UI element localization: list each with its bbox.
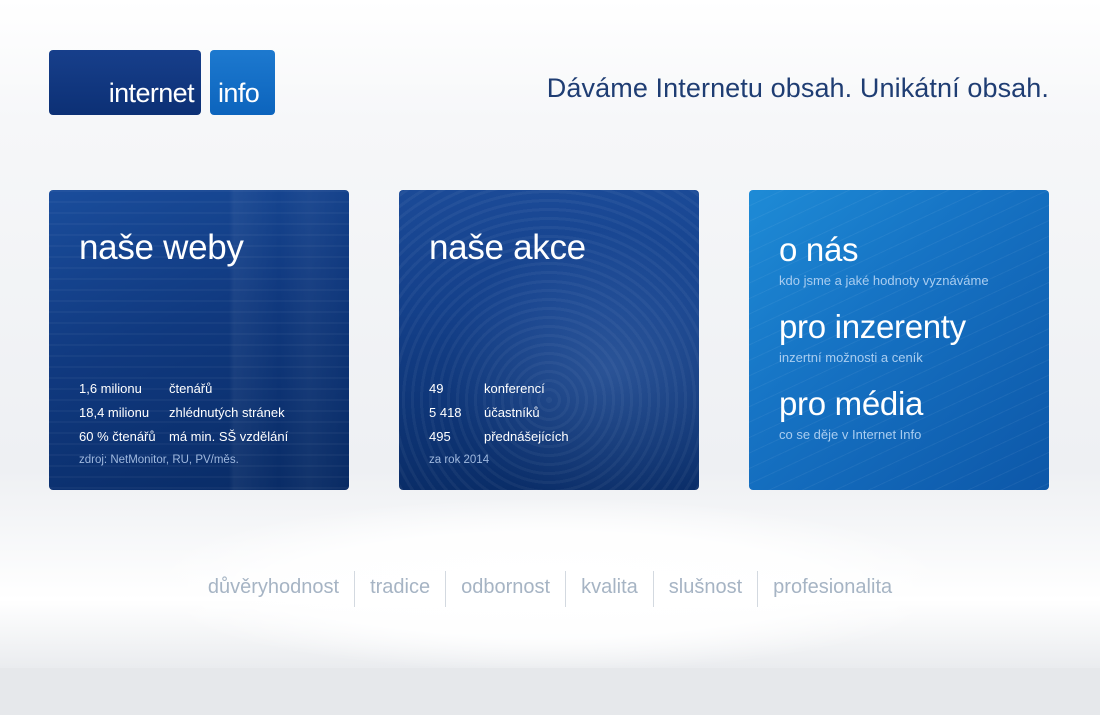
stat-value: 1,6 milionu xyxy=(79,381,142,396)
card-info-menu: o nás kdo jsme a jaké hodnoty vyznáváme … xyxy=(749,190,1049,490)
value-item: kvalita xyxy=(565,571,653,607)
value-item: tradice xyxy=(354,571,445,607)
value-item: důvěryhodnost xyxy=(207,576,340,598)
footer-band xyxy=(0,668,1100,715)
stat-value: 49 xyxy=(429,381,444,396)
menu-title-pro-inzerenty[interactable]: pro inzerenty xyxy=(779,310,966,343)
tagline: Dáváme Internetu obsah. Unikátní obsah. xyxy=(546,73,1049,103)
stat-value: 5 418 xyxy=(429,405,462,420)
stat-row: 49 konferencí xyxy=(429,377,569,401)
card-title-nase-weby[interactable]: naše weby xyxy=(79,230,244,265)
menu-subtitle-pro-inzerenty: inzertní možnosti a ceník xyxy=(779,350,923,365)
card-nase-weby[interactable]: naše weby 1,6 milionu čtenářů 18,4 milio… xyxy=(49,190,349,490)
logo-internet-text: internet xyxy=(108,78,195,108)
menu-title-o-nas[interactable]: o nás xyxy=(779,233,989,266)
stat-label: účastníků xyxy=(484,405,540,420)
stats-period: za rok 2014 xyxy=(429,454,490,466)
card-nase-akce[interactable]: naše akce 49 konferencí 5 418 účastníků … xyxy=(399,190,699,490)
menu-subtitle-pro-media: co se děje v Internet Info xyxy=(779,427,922,442)
stat-value: 18,4 milionu xyxy=(79,405,150,420)
internet-info-logo[interactable]: internet info xyxy=(49,50,275,115)
card-title-nase-akce[interactable]: naše akce xyxy=(429,230,586,265)
stat-row: 1,6 milionu čtenářů xyxy=(79,377,288,401)
stat-label: zhlédnutých stránek xyxy=(169,405,285,420)
menu-subtitle-o-nas: kdo jsme a jaké hodnoty vyznáváme xyxy=(779,273,989,288)
stat-row: 5 418 účastníků xyxy=(429,401,569,425)
stat-value: 60 % čtenářů xyxy=(79,429,156,444)
stat-label: má min. SŠ vzdělání xyxy=(169,429,289,444)
logo-info-block: info xyxy=(210,50,275,115)
stats-source: zdroj: NetMonitor, RU, PV/měs. xyxy=(79,454,239,466)
menu-link-pro-inzerenty[interactable]: pro inzerenty inzertní možnosti a ceník xyxy=(779,310,966,365)
menu-link-pro-media[interactable]: pro média co se děje v Internet Info xyxy=(779,387,923,442)
stat-label: přednášejících xyxy=(484,429,569,444)
value-item: odbornost xyxy=(445,571,565,607)
logo-internet-block: internet xyxy=(49,50,201,115)
stats-nase-akce: 49 konferencí 5 418 účastníků 495 předná… xyxy=(429,377,569,449)
menu-link-o-nas[interactable]: o nás kdo jsme a jaké hodnoty vyznáváme xyxy=(779,233,989,288)
stat-label: čtenářů xyxy=(169,381,213,396)
stats-nase-weby: 1,6 milionu čtenářů 18,4 milionu zhlédnu… xyxy=(79,377,288,449)
stat-row: 495 přednášejících xyxy=(429,425,569,449)
stat-value: 495 xyxy=(429,429,451,444)
logo-info-text: info xyxy=(218,78,260,108)
stat-label: konferencí xyxy=(484,381,545,396)
value-item: profesionalita xyxy=(757,571,907,607)
company-values: důvěryhodnost tradice odbornost kvalita … xyxy=(0,571,1100,607)
stat-row: 18,4 milionu zhlédnutých stránek xyxy=(79,401,288,425)
value-item: slušnost xyxy=(652,571,757,607)
stat-row: 60 % čtenářů má min. SŠ vzdělání xyxy=(79,425,288,449)
menu-title-pro-media[interactable]: pro média xyxy=(779,387,923,420)
